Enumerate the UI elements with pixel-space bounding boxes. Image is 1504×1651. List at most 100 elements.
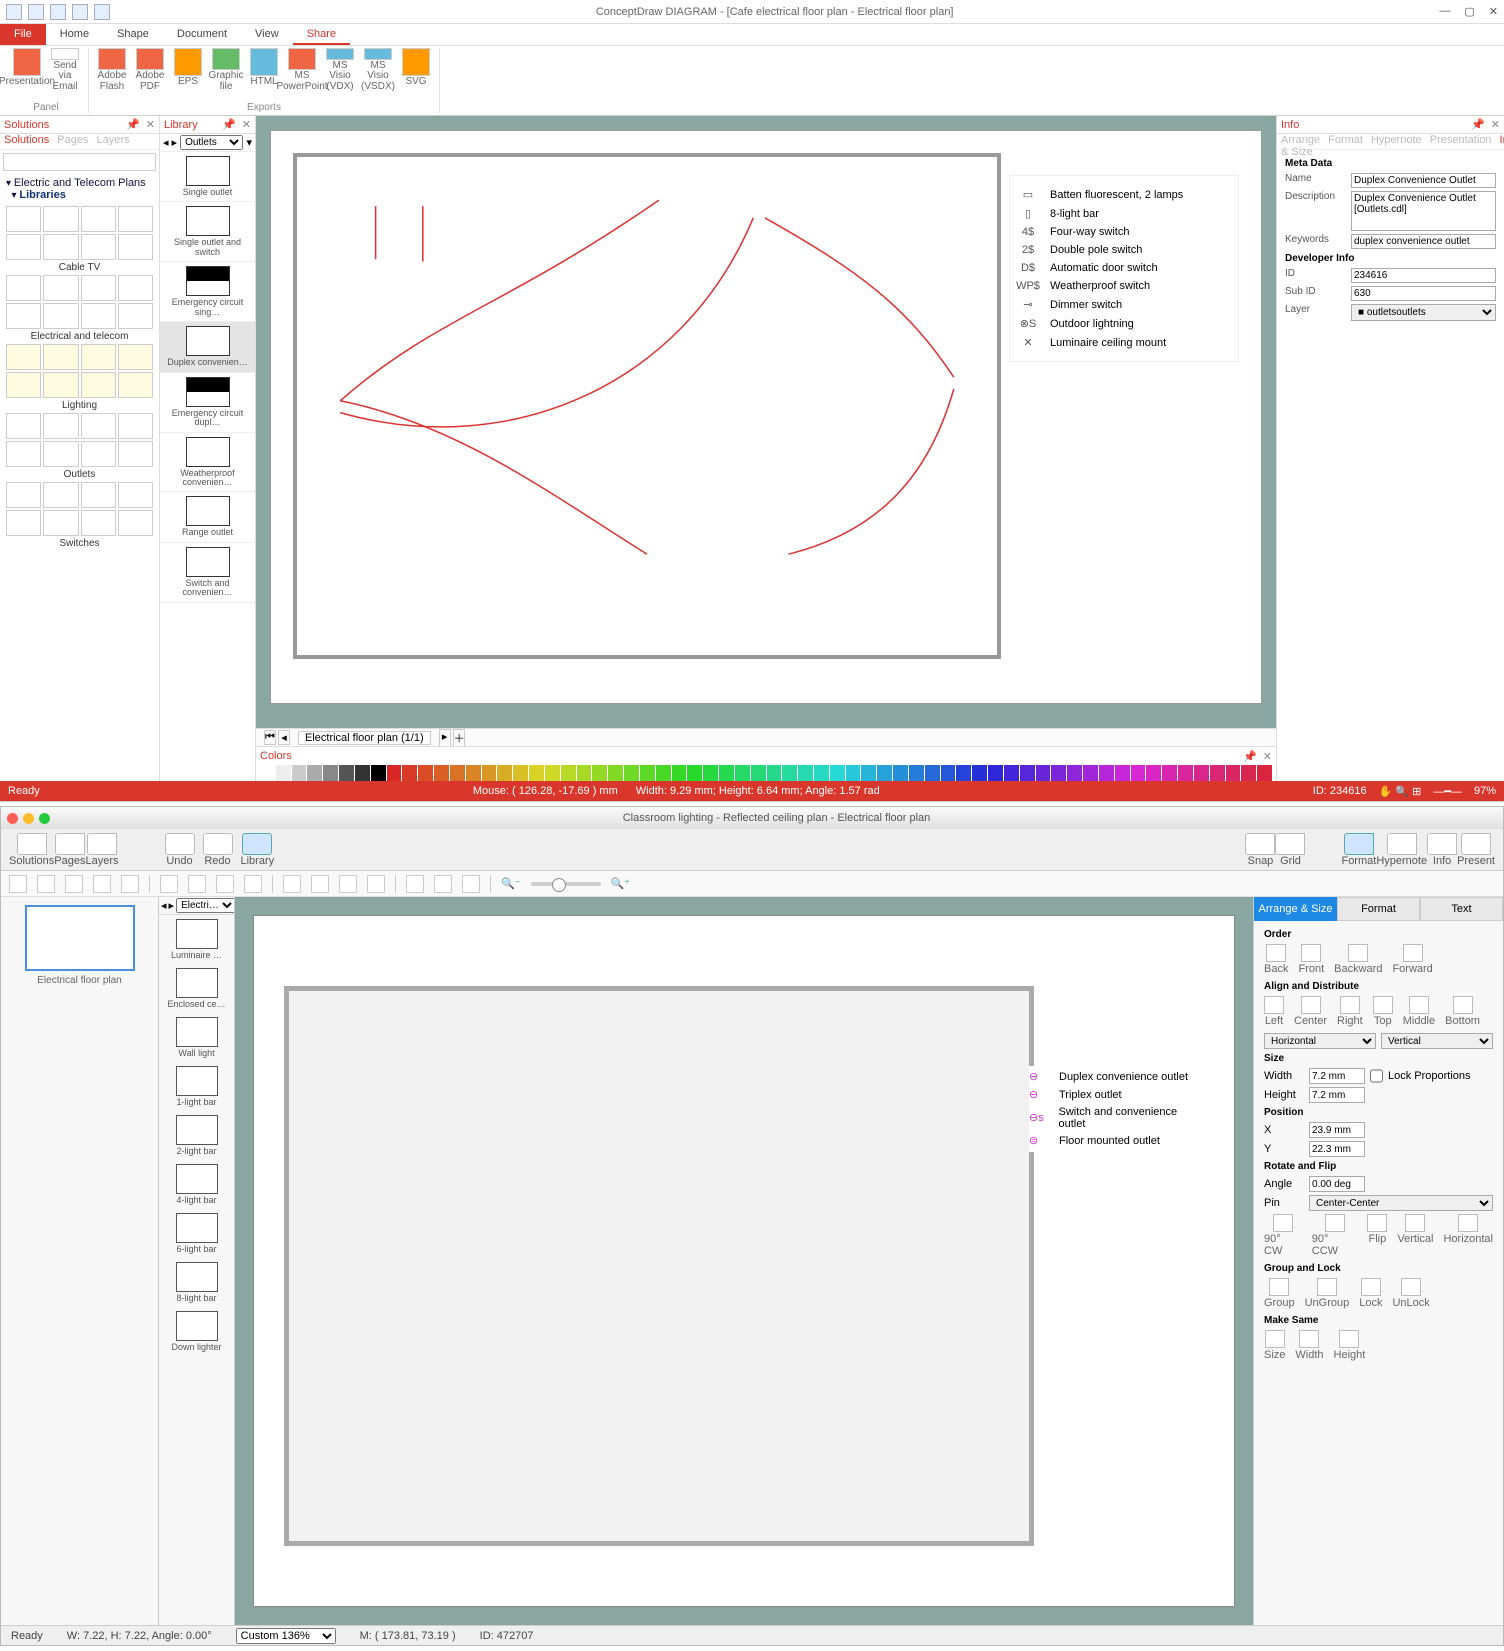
library-item[interactable]: Weatherproof convenien… [160,433,255,493]
color-swatch[interactable] [1162,765,1177,781]
color-swatch[interactable] [1194,765,1209,781]
pin-icon[interactable]: 📌 [222,118,236,131]
zoom-slider[interactable] [531,882,601,886]
ungroup-tool-icon[interactable] [367,875,385,893]
color-swatch[interactable] [624,765,639,781]
text-tool-icon[interactable] [37,875,55,893]
traffic-close[interactable] [7,813,18,824]
grid-button[interactable]: Grid [1275,833,1305,867]
color-swatch[interactable] [1210,765,1225,781]
color-swatch[interactable] [798,765,813,781]
mac-lib-item[interactable]: Wall light [167,1013,225,1062]
color-swatch[interactable] [513,765,528,781]
group-tool-icon[interactable] [339,875,357,893]
ellipse-tool-icon[interactable] [93,875,111,893]
send-email-button[interactable]: Send via Email [48,48,82,92]
qat-undo-icon[interactable] [50,4,66,20]
tab-share[interactable]: Share [293,24,350,45]
color-swatch[interactable] [1036,765,1051,781]
insp-btn-lock[interactable]: Lock [1359,1278,1382,1309]
pin-icon[interactable]: 📌 [1243,750,1257,763]
export-svg[interactable]: SVG [399,48,433,92]
mac-lib-item[interactable]: 2-light bar [167,1111,225,1160]
tab-file[interactable]: File [0,24,46,45]
tab-info[interactable]: Info [1500,134,1504,149]
color-swatch[interactable] [450,765,465,781]
tab-solutions[interactable]: Solutions [4,134,49,149]
rect-tool-icon[interactable] [65,875,83,893]
color-swatch[interactable] [988,765,1003,781]
traffic-max[interactable] [39,813,50,824]
lib-menu-icon[interactable]: ▾ [246,136,252,149]
insp-btn-size[interactable]: Size [1264,1330,1285,1361]
insp-btn-ungroup[interactable]: UnGroup [1305,1278,1350,1309]
color-swatch[interactable] [339,765,354,781]
color-swatch[interactable] [434,765,449,781]
mac-canvas[interactable]: ⊖Duplex convenience outlet⊖Triplex outle… [235,897,1253,1625]
insp-btn-forward[interactable]: Forward [1392,944,1432,975]
insp-btn-right[interactable]: Right [1337,996,1363,1027]
id-input[interactable] [1351,268,1496,283]
eyedropper-icon[interactable] [406,875,424,893]
color-swatch[interactable] [830,765,845,781]
color-swatch[interactable] [687,765,702,781]
page-thumbnail[interactable] [25,905,135,971]
pen-tool-icon[interactable] [244,875,262,893]
color-swatch[interactable] [466,765,481,781]
qat-search-icon[interactable] [94,4,110,20]
color-swatch[interactable] [592,765,607,781]
height-input[interactable] [1309,1087,1365,1103]
color-swatch[interactable] [545,765,560,781]
color-swatch[interactable] [861,765,876,781]
color-swatch[interactable] [909,765,924,781]
color-swatch[interactable] [925,765,940,781]
color-swatch[interactable] [1257,765,1272,781]
arc-tool-icon[interactable] [121,875,139,893]
sheet-name[interactable]: Electrical floor plan (1/1) [298,731,431,745]
name-input[interactable] [1351,173,1496,188]
library-item[interactable]: Emergency circuit dupl… [160,373,255,433]
tab-hypernote[interactable]: Hypernote [1371,134,1422,149]
hypernote-button[interactable]: Hypernote [1376,833,1427,867]
pin-icon[interactable]: 📌 [126,118,140,131]
sheet-first-icon[interactable]: ⏮ [264,730,276,745]
align-tool-icon[interactable] [283,875,301,893]
mac-lib-item[interactable]: 6-light bar [167,1209,225,1258]
color-swatch[interactable] [814,765,829,781]
pointer-tool-icon[interactable] [9,875,27,893]
insp-btn-middle[interactable]: Middle [1403,996,1435,1027]
pencil-tool-icon[interactable] [216,875,234,893]
line-tool-icon[interactable] [160,875,178,893]
format-button[interactable]: Format [1341,833,1376,867]
library-item[interactable]: Duplex convenien… [160,322,255,372]
library-select[interactable]: Outlets [180,135,243,150]
color-swatch[interactable] [877,765,892,781]
insp-btn-width[interactable]: Width [1295,1330,1323,1361]
tool-solutions[interactable]: Solutions [9,833,54,867]
desc-input[interactable]: Duplex Convenience Outlet [Outlets.cdl] [1351,191,1496,231]
color-swatch[interactable] [482,765,497,781]
color-swatch[interactable] [1067,765,1082,781]
library-item[interactable]: Switch and convenien… [160,543,255,603]
insp-btn-flip[interactable]: Flip [1367,1214,1387,1257]
tab-presentation[interactable]: Presentation [1430,134,1492,149]
close-panel-icon[interactable]: ✕ [146,118,155,131]
insp-btn-horizontal[interactable]: Horizontal [1443,1214,1493,1257]
mac-lib-item[interactable]: Luminaire … [167,915,225,964]
color-swatch[interactable] [972,765,987,781]
v-distribute[interactable]: Vertical [1381,1033,1493,1049]
lib-fwd-icon[interactable]: ▸ [172,136,178,149]
insp-btn-height[interactable]: Height [1334,1330,1366,1361]
insp-btn--ccw[interactable]: 90° CCW [1312,1214,1358,1257]
color-swatch[interactable] [893,765,908,781]
shelf-switches[interactable] [0,482,159,536]
color-swatch[interactable] [1226,765,1241,781]
export-graphic[interactable]: Graphic file [209,48,243,92]
distribute-tool-icon[interactable] [311,875,329,893]
h-distribute[interactable]: Horizontal [1264,1033,1376,1049]
insp-btn-vertical[interactable]: Vertical [1397,1214,1433,1257]
close-panel-icon[interactable]: ✕ [1263,750,1272,763]
color-swatch[interactable] [276,765,291,781]
x-input[interactable] [1309,1122,1365,1138]
sheet-prev-icon[interactable]: ◂ [278,730,290,745]
